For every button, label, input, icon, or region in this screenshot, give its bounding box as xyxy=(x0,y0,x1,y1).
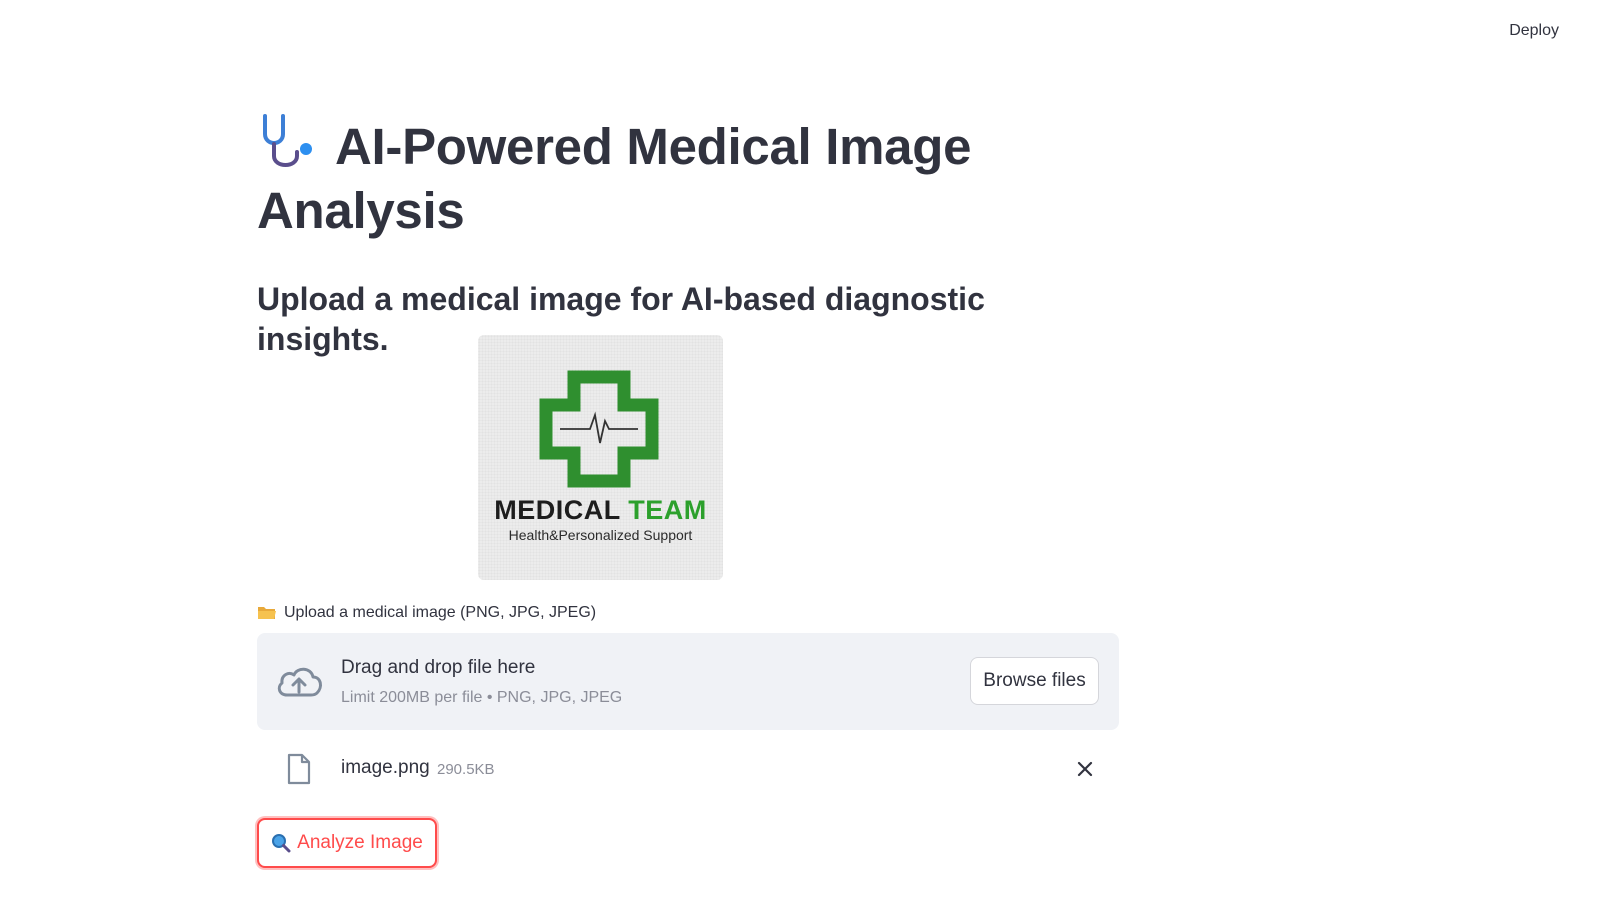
page-title-text: AI-Powered Medical Image Analysis xyxy=(257,118,972,239)
logo-title: MEDICAL TEAM xyxy=(494,495,707,525)
file-name: image.png xyxy=(341,757,430,778)
page-title: AI-Powered Medical Image Analysis xyxy=(257,112,1123,243)
uploader-label: Upload a medical image (PNG, JPG, JPEG) xyxy=(257,604,596,622)
stethoscope-icon xyxy=(263,114,312,167)
file-dropzone[interactable]: Drag and drop file here Limit 200MB per … xyxy=(257,633,1119,730)
cloud-upload-icon xyxy=(277,667,322,697)
medical-cross-icon xyxy=(539,370,659,488)
file-icon xyxy=(287,753,311,785)
medical-team-logo: MEDICAL TEAM Health&Personalized Support xyxy=(478,335,723,580)
analyze-image-label: Analyze Image xyxy=(297,832,423,853)
uploaded-file-row: image.png 290.5KB xyxy=(257,749,1119,789)
dropzone-title: Drag and drop file here xyxy=(341,657,536,678)
dropzone-limit: Limit 200MB per file • PNG, JPG, JPEG xyxy=(341,689,623,706)
logo-tagline: Health&Personalized Support xyxy=(508,527,693,543)
close-icon xyxy=(1077,761,1093,777)
magnifier-icon xyxy=(272,834,291,853)
folder-icon xyxy=(258,607,276,619)
deploy-button[interactable]: Deploy xyxy=(1507,18,1561,44)
uploader-label-text: Upload a medical image (PNG, JPG, JPEG) xyxy=(284,604,597,621)
file-size: 290.5KB xyxy=(437,761,495,778)
browse-files-button[interactable]: Browse files xyxy=(970,657,1099,705)
analyze-image-button[interactable]: Analyze Image xyxy=(257,818,437,868)
remove-file-button[interactable] xyxy=(1071,755,1099,783)
main-content: AI-Powered Medical Image Analysis Upload… xyxy=(257,112,1123,868)
